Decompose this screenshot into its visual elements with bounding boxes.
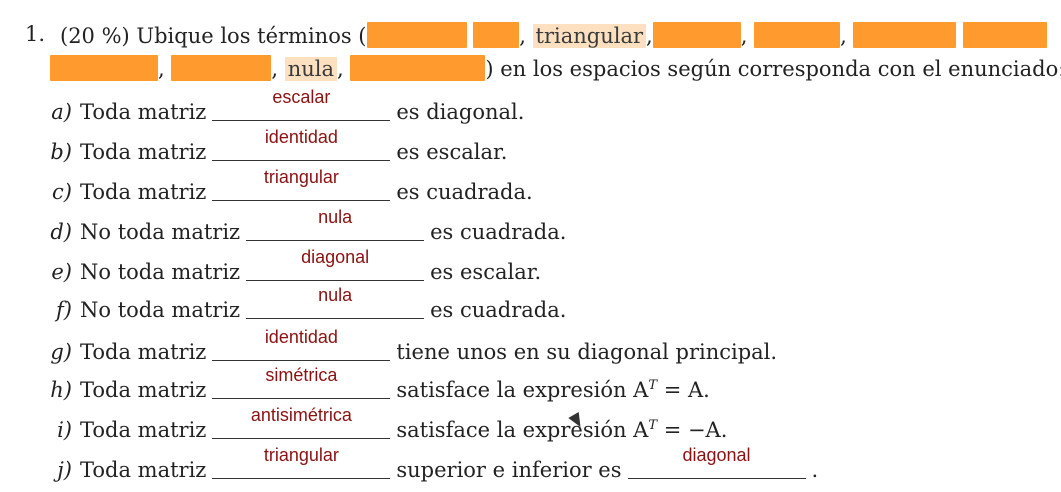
answer-text: diagonal xyxy=(682,445,751,465)
answer-blank[interactable]: escalar xyxy=(212,87,391,121)
list-item: h) Toda matriz simétrica satisface la expre… xyxy=(50,365,710,402)
answer-blank[interactable]: triangular xyxy=(212,167,391,201)
answer-text: identidad xyxy=(264,127,338,147)
redacted-term xyxy=(350,55,486,81)
answer-blank[interactable]: identidad xyxy=(212,127,391,161)
answer-text: triangular xyxy=(263,445,339,465)
term-highlight: nula xyxy=(284,57,338,81)
answer-blank[interactable]: diagonal xyxy=(627,445,806,479)
answer-text: identidad xyxy=(264,327,338,347)
redacted-term xyxy=(652,22,741,48)
answer-blank[interactable]: diagonal xyxy=(246,247,425,281)
answer-blank[interactable]: nula xyxy=(246,207,425,241)
list-item: e) No toda matriz diagonal es escalar. xyxy=(51,247,542,284)
question-line-1: (20 %) Ubique los términos ( , triangula… xyxy=(60,22,1048,48)
redacted-term xyxy=(473,22,520,48)
question-suffix: ) en los espacios según corresponda con … xyxy=(485,57,1061,81)
redacted-term xyxy=(754,22,841,48)
redacted-term xyxy=(171,55,272,81)
question-number: 1. xyxy=(25,22,46,46)
answer-blank[interactable]: simétrica xyxy=(212,365,391,399)
question-prefix: (20 %) Ubique los términos ( xyxy=(60,24,367,48)
answer-blank[interactable]: antisimétrica xyxy=(212,405,391,439)
list-item: j) Toda matriz triangular superior e inferi… xyxy=(57,445,819,482)
answer-text: nula xyxy=(318,207,353,227)
question-line-2: , , nula, ) en los espacios según corres… xyxy=(50,55,1061,81)
list-item: a) Toda matriz escalar es diagonal. xyxy=(51,87,525,124)
answer-blank[interactable]: triangular xyxy=(212,445,391,479)
answer-text: escalar xyxy=(272,87,331,107)
answer-text: nula xyxy=(318,285,353,305)
answer-text: triangular xyxy=(263,167,339,187)
list-item: f) No toda matriz nula es cuadrada. xyxy=(56,285,567,322)
answer-blank[interactable]: nula xyxy=(246,285,425,319)
redacted-term xyxy=(366,22,467,48)
redacted-term xyxy=(963,22,1048,48)
redacted-term xyxy=(50,55,158,81)
list-item: c) Toda matriz triangular es cuadrada. xyxy=(52,167,533,204)
answer-text: simétrica xyxy=(265,365,338,385)
list-item: i) Toda matriz antisimétrica satisface la e… xyxy=(57,405,728,442)
answer-text: diagonal xyxy=(301,247,370,267)
answer-text: antisimétrica xyxy=(250,405,352,425)
answer-blank[interactable]: identidad xyxy=(212,327,391,361)
list-item: b) Toda matriz identidad es escalar. xyxy=(50,127,508,164)
redacted-term xyxy=(853,22,957,48)
list-item: g) Toda matriz identidad tiene unos en su d… xyxy=(50,327,778,364)
term-highlight: triangular xyxy=(532,24,647,48)
list-item: d) No toda matriz nula es cuadrada. xyxy=(50,207,567,244)
